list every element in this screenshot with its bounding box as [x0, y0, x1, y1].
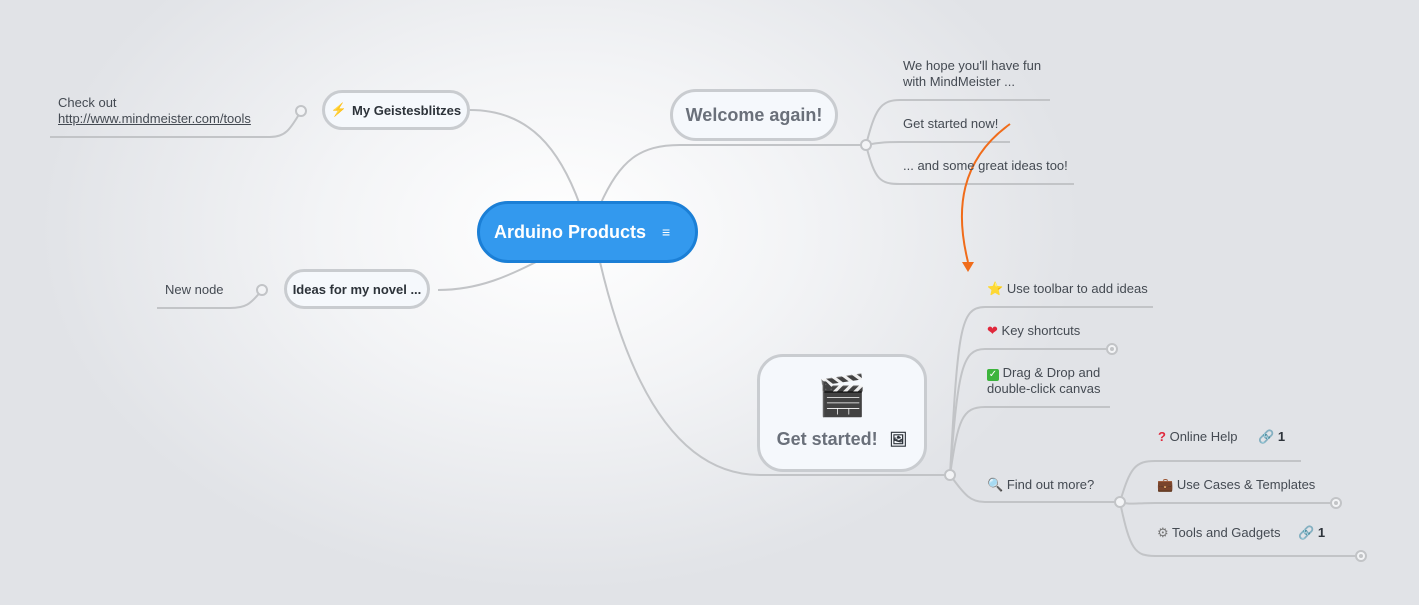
node-ideas-title: Ideas for my novel ... [292, 281, 422, 297]
node-geistesblitzes-title: My Geistesblitzes [352, 102, 462, 118]
briefcase-icon: 💼 [1157, 477, 1174, 492]
fo-child-help[interactable]: ? Online Help [1158, 429, 1238, 445]
magnifier-icon: 🔍 [987, 477, 1004, 492]
help-link-badge[interactable]: 🔗 1 [1258, 429, 1285, 445]
fo-child-cases-label: Use Cases & Templates [1176, 477, 1316, 492]
clapperboard-icon: 🎬 [817, 374, 867, 418]
node-ideas-novel[interactable]: Ideas for my novel ... [284, 269, 430, 309]
expand-dot-tools [1359, 554, 1363, 558]
relationship-arrowhead [962, 262, 974, 272]
help-link-count: 1 [1277, 429, 1286, 444]
connector-geist [469, 109, 581, 206]
link-icon: 🔗 [1258, 429, 1275, 444]
node-get-started-title: Get started! [776, 429, 878, 449]
node-geistesblitzes[interactable]: ⚡ My Geistesblitzes [322, 90, 470, 130]
gs-child-toolbar-label: Use toolbar to add ideas [1006, 281, 1148, 296]
question-icon: ? [1158, 429, 1166, 444]
image-icon[interactable]: 🖼 [890, 431, 908, 448]
collapse-knob-geist [295, 105, 307, 117]
mindmeister-tools-link[interactable]: http://www.mindmeister.com/tools [58, 111, 251, 126]
welcome-child-fun-line1: We hope you'll have fun [903, 58, 1042, 73]
gs-child-findout[interactable]: 🔍 Find out more? [987, 477, 1094, 493]
note-icon[interactable]: ≡ [662, 224, 670, 240]
geist-child-checkout[interactable]: Check out http://www.mindmeister.com/too… [58, 95, 251, 127]
check-icon: ✓ [987, 369, 999, 381]
expand-dot-cases [1334, 501, 1338, 505]
tools-link-badge[interactable]: 🔗 1 [1298, 525, 1325, 541]
connector-fo-cases [1119, 501, 1336, 505]
gs-child-dragdrop-line1: Drag & Drop and [1002, 365, 1101, 380]
central-node-title: Arduino Products [494, 221, 646, 242]
fo-child-tools-label: Tools and Gadgets [1172, 525, 1281, 540]
relationship-arrow [960, 123, 1011, 263]
tools-link-count: 1 [1317, 525, 1326, 540]
node-welcome-title: Welcome again! [685, 104, 823, 125]
collapse-knob-getstarted [944, 469, 956, 481]
node-get-started[interactable]: 🎬 Get started! 🖼 [757, 354, 927, 472]
geist-child-line1: Check out [58, 95, 117, 110]
expand-dot-shortcuts [1110, 347, 1114, 351]
gs-child-toolbar[interactable]: ⭐ Use toolbar to add ideas [987, 281, 1148, 297]
welcome-child-ideas[interactable]: ... and some great ideas too! [903, 158, 1068, 174]
gear-icon: ⚙ [1157, 525, 1169, 540]
gs-child-shortcuts-label: Key shortcuts [1001, 323, 1081, 338]
collapse-knob-ideas [256, 284, 268, 296]
fo-child-cases[interactable]: 💼 Use Cases & Templates [1157, 477, 1315, 493]
link-icon: 🔗 [1298, 525, 1315, 540]
welcome-child-fun[interactable]: We hope you'll have fun with MindMeister… [903, 58, 1041, 90]
connector-ideas [437, 259, 541, 291]
lightning-icon: ⚡ [330, 102, 348, 117]
gs-child-dragdrop[interactable]: ✓ Drag & Drop and double-click canvas [987, 365, 1100, 397]
collapse-knob-findout [1114, 496, 1126, 508]
welcome-child-getstarted[interactable]: Get started now! [903, 116, 998, 132]
gs-child-dragdrop-line2: double-click canvas [987, 381, 1101, 396]
star-icon: ⭐ [987, 281, 1004, 296]
heart-icon: ❤ [987, 323, 998, 338]
gs-child-findout-label: Find out more? [1006, 477, 1095, 492]
connector-gs-dragdrop [949, 406, 1110, 476]
gs-child-shortcuts[interactable]: ❤ Key shortcuts [987, 323, 1080, 339]
fo-child-tools[interactable]: ⚙ Tools and Gadgets [1157, 525, 1280, 541]
node-welcome[interactable]: Welcome again! [670, 89, 838, 141]
connector-welcome [599, 144, 866, 206]
central-node[interactable]: Arduino Products ≡ [477, 201, 698, 263]
ideas-child-new-node[interactable]: New node [165, 282, 224, 298]
welcome-child-fun-line2: with MindMeister ... [903, 74, 1015, 89]
collapse-knob-welcome [860, 139, 872, 151]
fo-child-help-label: Online Help [1169, 429, 1238, 444]
